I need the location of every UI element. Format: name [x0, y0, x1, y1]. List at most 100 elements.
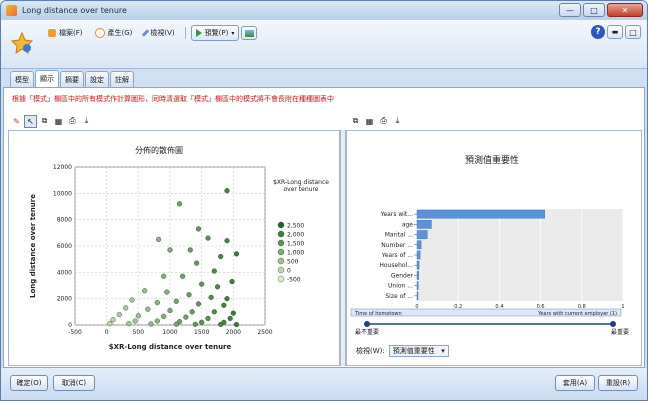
scatter-point: [167, 247, 173, 253]
view-selected-value: 預測值重要性: [392, 347, 435, 355]
explore-mode-icon[interactable]: ↖: [24, 114, 37, 128]
importance-bar: [416, 209, 545, 219]
restore-icon: ▬: [611, 28, 619, 36]
copy-data-icon[interactable]: ▦: [52, 115, 65, 128]
scatter-point: [132, 318, 138, 324]
legend-items: 2,500 2,000 1,500 1,000 500 0 -500: [277, 221, 304, 284]
scatter-point: [129, 297, 135, 303]
scatter-y-tick-label: 6000: [57, 243, 72, 250]
importance-bar: [416, 220, 432, 229]
importance-category-label: Number ...: [381, 242, 413, 249]
copy-icon[interactable]: ⧉: [38, 115, 51, 128]
maximize-button[interactable]: □: [583, 3, 605, 17]
scatter-point: [116, 311, 122, 318]
maximize-pane-button[interactable]: □: [625, 25, 641, 39]
scatter-x-axis-label: $XR-Long distance over tenure: [109, 343, 232, 351]
importance-category-label: Size of ...: [385, 293, 413, 300]
pencil-icon: [142, 29, 150, 37]
importance-axis-end-label: Years with current employer (1): [537, 311, 617, 317]
importance-category-label: Gender: [391, 272, 414, 279]
scatter-x-ticks: -500 0 500 1000 1500 2000 2500: [68, 329, 273, 336]
importance-category-labels: Years wit... age Marital ... Number ... Year…: [379, 211, 417, 300]
scatter-y-ticks: 0 2000 4000 6000 8000 10000 12000: [53, 164, 72, 329]
print-icon[interactable]: ⎙: [66, 115, 79, 128]
scatter-y-tick-label: 4000: [57, 269, 72, 276]
generate-icon: [94, 28, 105, 38]
legend-swatch: [277, 230, 285, 238]
menu-generate[interactable]: 產生(G): [90, 26, 138, 41]
preview-dropdown-icon: ▾: [231, 29, 235, 37]
importance-scale-left: 最不重要: [355, 328, 379, 336]
print-icon[interactable]: ⎙: [377, 115, 390, 128]
tab-annotations[interactable]: 註解: [110, 71, 134, 87]
tab-settings[interactable]: 設定: [85, 71, 109, 87]
tab-bar: 模型 顯示 摘要 設定 註解: [10, 70, 134, 87]
importance-bar: [416, 291, 419, 301]
importance-category-label: Union ...: [388, 283, 413, 290]
tab-model[interactable]: 模型: [10, 71, 34, 87]
apply-button[interactable]: 套用(A): [555, 375, 595, 391]
scatter-y-tick-label: 12000: [53, 164, 72, 171]
dialog-footer: 確定(O) 取消(C) 套用(A) 重設(R): [1, 368, 647, 400]
importance-scale-right: 最重要: [611, 328, 629, 336]
importance-slider-left[interactable]: [364, 321, 370, 327]
scatter-point: [167, 307, 173, 314]
importance-bar: [416, 230, 428, 239]
scatter-point: [135, 313, 141, 319]
menu-view-label: 檢視(V): [150, 29, 175, 37]
importance-chart[interactable]: 預測值重要性 Years wit... age Marital ... Number …: [347, 131, 641, 337]
scatter-point: [214, 284, 221, 290]
reset-button[interactable]: 重設(R): [598, 375, 638, 391]
scatter-y-tick-label: 8000: [57, 217, 72, 224]
export-icon[interactable]: ⤓: [391, 115, 404, 128]
menu-file[interactable]: 檔案(F): [43, 26, 88, 41]
scatter-point: [227, 315, 233, 322]
legend-swatch: [277, 275, 285, 283]
copy-icon[interactable]: ⧉: [349, 115, 362, 128]
legend-label: 1,500: [287, 241, 304, 248]
scatter-y-tick-label: 10000: [53, 190, 72, 197]
scatter-legend: $XR-Long distance over tenure 2,500 2,000…: [273, 179, 329, 284]
image-icon: [244, 29, 254, 37]
copy-data-icon[interactable]: ▦: [363, 115, 376, 128]
image-button[interactable]: [241, 26, 258, 40]
scatter-point: [173, 298, 179, 304]
scatter-point: [187, 247, 193, 253]
cancel-button[interactable]: 取消(C): [53, 375, 95, 391]
scatter-point: [107, 321, 113, 327]
close-button[interactable]: ✕: [607, 3, 643, 17]
importance-x-tick-label: 1: [621, 304, 624, 310]
restore-button[interactable]: ▬: [607, 25, 623, 39]
scatter-point: [221, 302, 227, 308]
menu-view[interactable]: 檢視(V): [139, 26, 179, 41]
view-select[interactable]: 預測值重要性 ▾: [388, 345, 449, 357]
scatter-point: [161, 313, 167, 320]
scatter-y-tick-label: 2000: [57, 296, 72, 303]
legend-swatch: [277, 257, 285, 265]
scatter-point: [218, 321, 224, 328]
title-bar[interactable]: Long distance over tenure — □ ✕: [1, 1, 647, 20]
scatter-x-tick-label: 1500: [194, 329, 209, 336]
scatter-point: [164, 289, 170, 295]
scatter-point: [180, 273, 186, 279]
scatter-point: [224, 296, 230, 302]
tab-summary[interactable]: 摘要: [60, 71, 84, 87]
edit-mode-icon[interactable]: ✎: [10, 115, 23, 128]
help-icon[interactable]: ?: [591, 25, 605, 39]
scatter-point: [195, 301, 202, 307]
scatter-point: [186, 292, 192, 298]
importance-category-label: Marital ...: [385, 232, 413, 239]
export-icon[interactable]: ⤓: [80, 115, 93, 128]
ok-button[interactable]: 確定(O): [10, 375, 48, 391]
scatter-chart[interactable]: 分佈的散佈圖 -500 0 500 1000 1500 2000 2500 02000400…: [9, 131, 339, 365]
file-icon: [48, 29, 56, 37]
scatter-title: 分佈的散佈圖: [135, 145, 183, 155]
scatter-point: [205, 235, 211, 241]
menu-generate-label: 產生(G): [107, 29, 133, 37]
preview-button[interactable]: 預覽(P) ▾: [190, 25, 240, 41]
window-controls: — □ ✕: [559, 3, 643, 17]
scatter-point: [123, 305, 129, 311]
minimize-button[interactable]: —: [559, 3, 581, 17]
tab-display[interactable]: 顯示: [35, 70, 59, 87]
importance-slider-right[interactable]: [610, 321, 616, 327]
